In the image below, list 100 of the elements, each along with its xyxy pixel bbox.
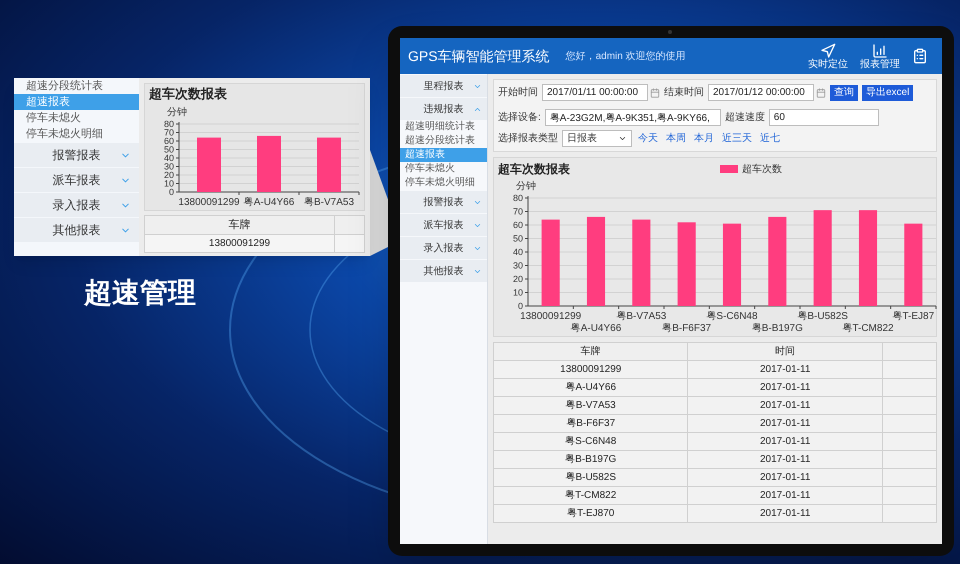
- table-cell: 2017-01-11: [688, 433, 883, 450]
- y-tick-label: 70: [512, 206, 523, 216]
- table-cell: 2017-01-11: [688, 451, 883, 468]
- x-tick-label: 粤T-CM822: [842, 323, 894, 334]
- sidebar-item[interactable]: 超速明细统计表: [400, 120, 487, 134]
- table-cell: 粤B-F6F37: [494, 415, 688, 432]
- date-range-link[interactable]: 本周: [664, 131, 688, 146]
- y-axis-title: 分钟: [516, 181, 536, 192]
- sidebar-group[interactable]: 报警报表: [14, 143, 139, 167]
- navigation-arrow-icon: [820, 42, 836, 58]
- report-type-select[interactable]: 日报表: [562, 130, 632, 147]
- sidebar-group[interactable]: 里程报表: [400, 75, 487, 97]
- y-tick-label: 60: [164, 136, 174, 146]
- y-tick-label: 20: [512, 274, 523, 284]
- field-label: 选择报表类型: [498, 132, 558, 146]
- y-tick-label: 10: [164, 178, 174, 188]
- sidebar-item[interactable]: 停车未熄火: [14, 110, 139, 126]
- table-cell: 粤A-U4Y66: [494, 379, 688, 396]
- sidebar-group[interactable]: 录入报表: [400, 237, 487, 259]
- greeting-text: 您好，admin 欢迎您的使用: [566, 50, 686, 64]
- date-range-link[interactable]: 今天: [636, 131, 660, 146]
- sidebar-group[interactable]: 其他报表: [400, 260, 487, 282]
- date-range-link[interactable]: 近三天: [720, 131, 754, 146]
- y-axis: [176, 121, 180, 192]
- field-label: 超速速度: [724, 110, 765, 125]
- table-cell: 2017-01-11: [688, 361, 883, 378]
- sidebar-item[interactable]: 停车未熄火: [400, 162, 487, 176]
- y-tick-label: 20: [164, 170, 174, 180]
- x-tick-label: 粤B-B197G: [752, 323, 803, 334]
- table-cell: 2017-01-11: [688, 397, 883, 414]
- y-axis-title: 分钟: [167, 106, 187, 118]
- x-tick-label: 粤T-EJ87: [892, 311, 934, 322]
- y-tick-label: 70: [164, 127, 174, 137]
- table-cell: 粤B-V7A53: [494, 397, 688, 414]
- field-label: 开始时间: [498, 86, 538, 100]
- column-header: 车牌: [228, 218, 252, 232]
- sidebar-item[interactable]: 停车未熄火明细: [14, 126, 139, 142]
- bar-chart-icon: [872, 42, 888, 58]
- y-tick-label: 50: [512, 234, 523, 244]
- sidebar-group[interactable]: 其他报表: [14, 218, 139, 242]
- device-field[interactable]: 粤A-23G2M,粤A-9K351,粤A-9KY66,: [544, 109, 721, 126]
- table-cell: 2017-01-11: [688, 469, 883, 486]
- date-range-link[interactable]: 本月: [692, 131, 716, 146]
- y-tick-label: 30: [512, 260, 523, 270]
- legend-label: 超车次数: [742, 162, 782, 176]
- y-tick-label: 40: [164, 152, 174, 162]
- start-time-field[interactable]: 2017/01/11 00:00:00: [542, 84, 648, 101]
- sidebar-item[interactable]: 超速分段统计表: [14, 78, 139, 94]
- sidebar-item[interactable]: 停车未熄火明细: [400, 176, 487, 190]
- y-tick-label: 50: [164, 144, 174, 154]
- column-header: 车牌: [494, 343, 688, 360]
- y-tick-label: 60: [512, 220, 523, 230]
- chart-title: 超车次数报表: [149, 85, 228, 103]
- sidebar-group[interactable]: 派车报表: [14, 168, 139, 192]
- speed-field[interactable]: 60: [768, 109, 879, 126]
- app-title: GPS车辆智能管理系统: [408, 46, 550, 66]
- sidebar-group[interactable]: 派车报表: [400, 214, 487, 236]
- x-tick-label: 13800091299: [520, 311, 582, 322]
- end-time-field[interactable]: 2017/01/12 00:00:00: [708, 84, 814, 101]
- chart-title: 超车次数报表: [498, 161, 570, 178]
- toolbar-button[interactable]: 报表管理: [854, 42, 906, 70]
- table-cell: 粤T-EJ870: [494, 505, 688, 522]
- field-label: 选择设备:: [498, 110, 541, 125]
- field-label: 结束时间: [664, 86, 704, 100]
- table-cell: 粤T-CM822: [494, 487, 688, 504]
- sidebar-group[interactable]: 录入报表: [14, 193, 139, 217]
- export-button[interactable]: 导出excel: [862, 84, 914, 100]
- clipboard-icon: [912, 48, 928, 64]
- y-tick-label: 0: [168, 186, 174, 196]
- sidebar-item[interactable]: 超速分段统计表: [400, 134, 487, 148]
- date-range-link[interactable]: 近七: [758, 131, 782, 146]
- calendar-icon[interactable]: [650, 88, 660, 98]
- table-cell: 13800091299: [494, 361, 688, 378]
- table-cell: 2017-01-11: [688, 505, 883, 522]
- y-tick-label: 0: [518, 301, 523, 311]
- sidebar-group[interactable]: 违规报表: [400, 98, 487, 120]
- table-cell: 粤B-U582S: [494, 469, 688, 486]
- x-tick-label: 粤A-U4Y66: [244, 196, 294, 208]
- y-tick-label: 80: [512, 193, 523, 203]
- y-tick-label: 40: [512, 247, 523, 257]
- table-cell: 2017-01-11: [688, 415, 883, 432]
- table-cell: 2017-01-11: [688, 379, 883, 396]
- x-tick-label: 粤B-V7A53: [616, 311, 666, 322]
- table-cell: 粤S-C6N48: [494, 433, 688, 450]
- x-tick-label: 13800091299: [178, 196, 240, 208]
- column-header: 时间: [688, 343, 883, 360]
- x-tick-label: 粤A-U4Y66: [570, 323, 622, 334]
- y-tick-label: 80: [164, 118, 174, 128]
- table-cell-text: 13800091299: [208, 237, 272, 251]
- toolbar-button[interactable]: 实时定位: [802, 42, 854, 70]
- x-tick-label: 粤B-F6F37: [662, 323, 712, 334]
- x-tick-label: 粤S-C6N48: [706, 311, 758, 322]
- query-button[interactable]: 查询: [830, 84, 858, 100]
- x-tick-label: 粤B-U582S: [797, 311, 848, 322]
- calendar-icon[interactable]: [816, 88, 826, 98]
- y-tick-label: 30: [164, 161, 174, 171]
- table-cell: 2017-01-11: [688, 487, 883, 504]
- table-cell: 粤B-B197G: [494, 451, 688, 468]
- sidebar-group[interactable]: 报警报表: [400, 191, 487, 213]
- x-tick-label: 粤B-V7A53: [304, 196, 354, 208]
